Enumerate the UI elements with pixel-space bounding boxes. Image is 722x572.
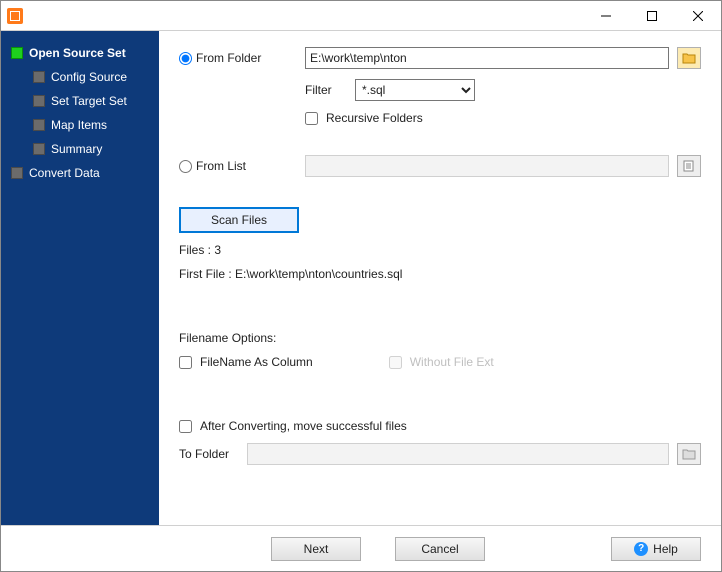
from-list-label: From List [196, 159, 246, 173]
help-button-label: Help [653, 542, 678, 556]
filename-options-heading: Filename Options: [179, 331, 701, 345]
filename-as-column-label: FileName As Column [200, 355, 313, 369]
browse-folder-button[interactable] [677, 47, 701, 69]
step-icon [33, 119, 45, 131]
list-path-input[interactable] [305, 155, 669, 177]
help-button[interactable]: ? Help [611, 537, 701, 561]
titlebar [1, 1, 721, 31]
sidebar-item-convert-data[interactable]: Convert Data [5, 161, 155, 185]
browse-to-folder-button[interactable] [677, 443, 701, 465]
without-ext-checkbox [389, 356, 402, 369]
minimize-button[interactable] [583, 1, 629, 30]
filter-label: Filter [305, 83, 347, 97]
filter-combo[interactable]: *.sql [355, 79, 475, 101]
recursive-folders-checkbox[interactable] [305, 112, 318, 125]
from-list-radio[interactable] [179, 160, 192, 173]
files-count-text: Files : 3 [179, 243, 701, 257]
sidebar-item-map-items[interactable]: Map Items [5, 113, 155, 137]
from-folder-radio[interactable] [179, 52, 192, 65]
sidebar-item-label: Summary [51, 142, 102, 156]
help-icon: ? [634, 542, 648, 556]
sidebar: Open Source Set Config Source Set Target… [1, 31, 159, 525]
recursive-folders-label: Recursive Folders [326, 111, 423, 125]
close-button[interactable] [675, 1, 721, 30]
sidebar-item-set-target-set[interactable]: Set Target Set [5, 89, 155, 113]
sidebar-item-open-source-set[interactable]: Open Source Set [5, 41, 155, 65]
app-icon [7, 8, 23, 24]
sidebar-item-label: Config Source [51, 70, 127, 84]
step-icon [11, 47, 23, 59]
to-folder-input[interactable] [247, 443, 669, 465]
filename-as-column-checkbox[interactable] [179, 356, 192, 369]
sidebar-item-label: Map Items [51, 118, 107, 132]
from-folder-label: From Folder [196, 51, 261, 65]
folder-path-input[interactable] [305, 47, 669, 69]
browse-list-button[interactable] [677, 155, 701, 177]
sidebar-item-label: Convert Data [29, 166, 100, 180]
step-icon [33, 71, 45, 83]
step-icon [33, 143, 45, 155]
after-converting-checkbox[interactable] [179, 420, 192, 433]
to-folder-label: To Folder [179, 447, 239, 461]
sidebar-item-label: Open Source Set [29, 46, 126, 60]
next-button[interactable]: Next [271, 537, 361, 561]
step-icon [11, 167, 23, 179]
step-icon [33, 95, 45, 107]
first-file-text: First File : E:\work\temp\nton\countries… [179, 267, 701, 281]
without-ext-label: Without File Ext [410, 355, 494, 369]
maximize-button[interactable] [629, 1, 675, 30]
cancel-button[interactable]: Cancel [395, 537, 485, 561]
sidebar-item-config-source[interactable]: Config Source [5, 65, 155, 89]
sidebar-item-summary[interactable]: Summary [5, 137, 155, 161]
scan-files-button[interactable]: Scan Files [179, 207, 299, 233]
main-content: From Folder Filter *.sql Recursive Fol [159, 31, 721, 525]
button-bar: Next Cancel ? Help [1, 525, 721, 571]
sidebar-item-label: Set Target Set [51, 94, 127, 108]
after-converting-label: After Converting, move successful files [200, 419, 407, 433]
window-controls [583, 1, 721, 30]
app-window: Open Source Set Config Source Set Target… [0, 0, 722, 572]
